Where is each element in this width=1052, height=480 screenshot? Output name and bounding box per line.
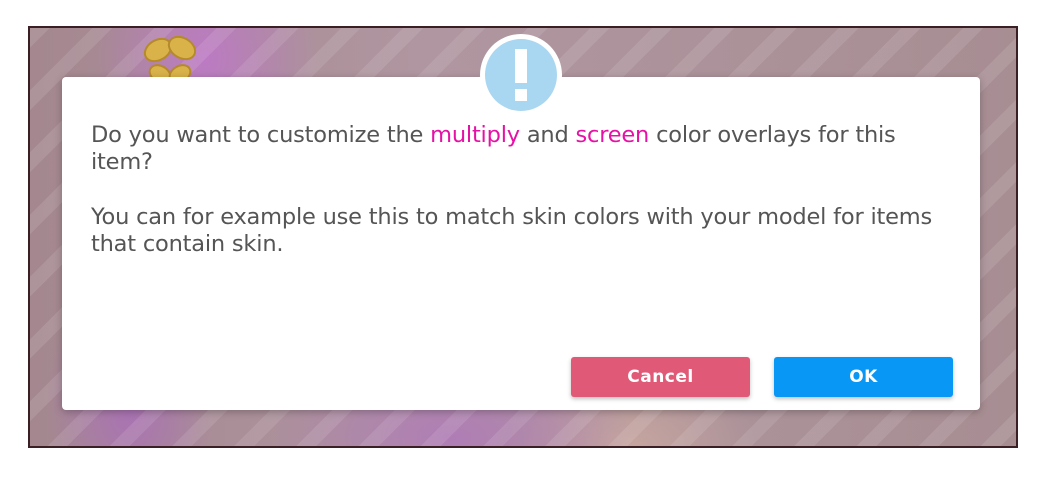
exclamation-glyph [515, 49, 527, 101]
multiply-highlight: multiply [430, 122, 520, 148]
message-paragraph-2: You can for example use this to match sk… [91, 204, 933, 257]
exclamation-icon [485, 39, 557, 111]
alert-badge [480, 34, 562, 116]
message-text-2: and [519, 122, 576, 148]
message-text-1: Do you want to customize the [91, 122, 431, 148]
ok-button[interactable]: OK [774, 357, 953, 397]
screen-highlight: screen [575, 122, 650, 148]
dialog-message: Do you want to customize the multiply an… [91, 122, 951, 258]
message-paragraph-1: Do you want to customize the multiply an… [91, 122, 951, 176]
cancel-button[interactable]: Cancel [571, 357, 750, 397]
